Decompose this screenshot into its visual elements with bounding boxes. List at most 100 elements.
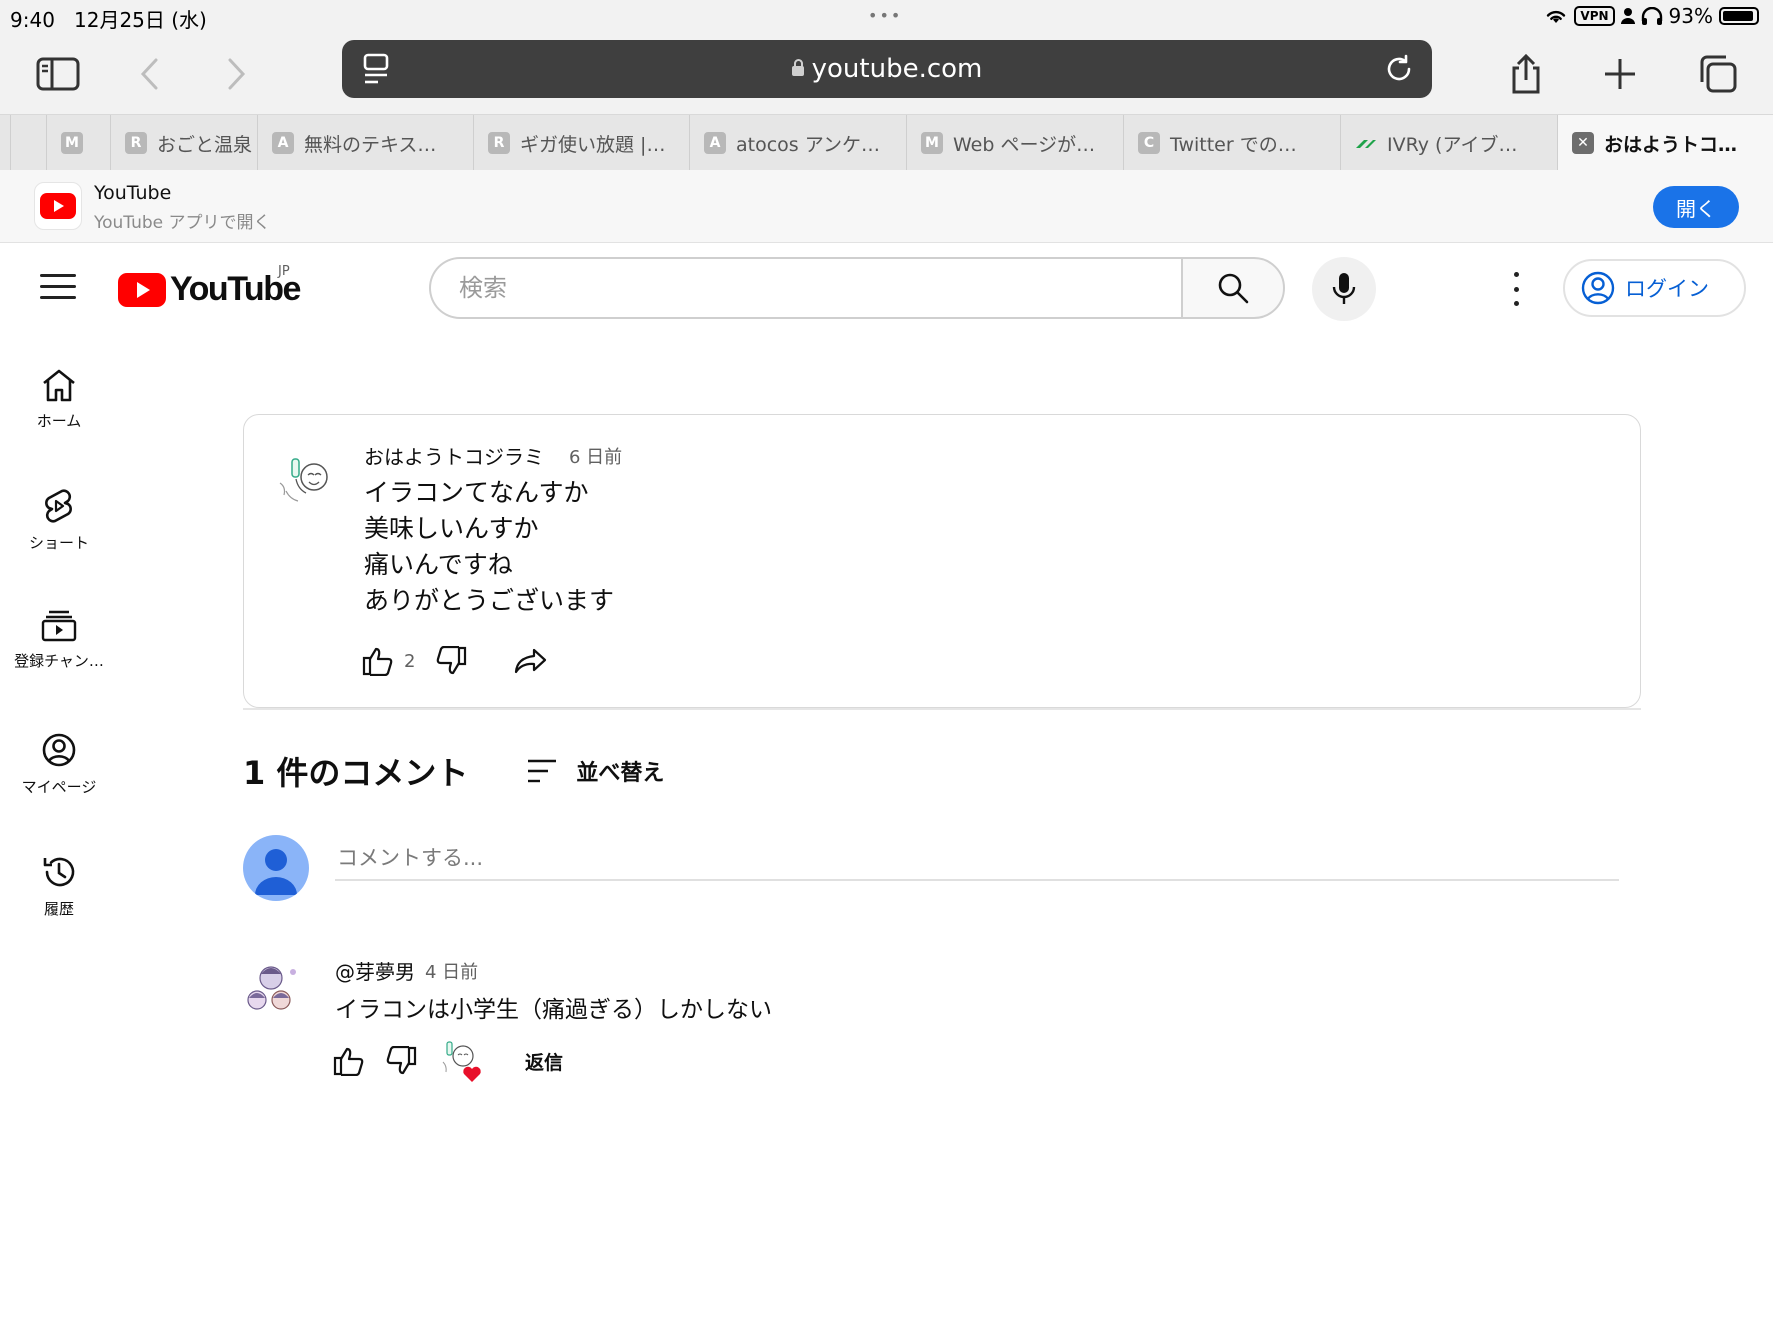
tab-label: 無料のテキス… xyxy=(304,133,437,156)
share-button[interactable] xyxy=(511,641,551,681)
sidebar-item-home[interactable]: ホーム xyxy=(0,368,118,431)
tab-m[interactable]: M xyxy=(46,115,110,171)
close-tab-icon[interactable]: ✕ xyxy=(1572,132,1594,154)
banner-app-name: YouTube xyxy=(94,182,172,204)
thumbs-up-icon xyxy=(362,647,393,676)
back-icon[interactable] xyxy=(124,48,176,100)
post-text-line: イラコンてなんすか xyxy=(364,478,589,507)
more-options-icon[interactable] xyxy=(1506,272,1526,306)
comment-time[interactable]: 4 日前 xyxy=(425,958,478,984)
search-button[interactable] xyxy=(1181,257,1285,319)
tab-favicon: C xyxy=(1138,132,1160,154)
post-author-avatar[interactable] xyxy=(274,453,334,513)
post-text: イラコンてなんすか 美味しいんすか 痛いんですね ありがとうございます xyxy=(364,475,614,619)
sidebar-icon[interactable] xyxy=(32,48,84,100)
thumbs-down-icon xyxy=(437,646,467,675)
post-text-line: ありがとうございます xyxy=(364,586,615,615)
post-time[interactable]: 6 日前 xyxy=(569,443,622,469)
like-count: 2 xyxy=(404,650,416,672)
like-button[interactable] xyxy=(358,641,398,681)
tab-twitter[interactable]: C Twitter での… xyxy=(1123,115,1340,171)
comment-author-avatar[interactable] xyxy=(243,958,305,1020)
comment-author-name[interactable]: @芽夢男 xyxy=(335,956,415,985)
vpn-badge: VPN xyxy=(1574,6,1615,26)
sidebar-item-label: ショート xyxy=(28,534,89,552)
comment-like-button[interactable] xyxy=(329,1041,369,1081)
tab-giga[interactable]: R ギガ使い放題 |… xyxy=(473,115,689,171)
comment-text: イラコンは小学生（痛過ぎる）しかしない xyxy=(335,997,772,1023)
dislike-button[interactable] xyxy=(431,641,471,681)
status-time: 9:40 12月25日 (水) xyxy=(10,8,207,32)
reply-button[interactable]: 返信 xyxy=(525,1048,563,1075)
status-bar: 9:40 12月25日 (水) ••• VPN 93% xyxy=(0,0,1773,34)
tabs-icon[interactable] xyxy=(1692,48,1744,100)
login-button[interactable]: ログイン xyxy=(1563,259,1746,317)
tab-favicon: A xyxy=(704,132,726,154)
mic-icon xyxy=(1332,273,1356,304)
tab-active[interactable]: ✕ おはようトコ… xyxy=(1557,115,1773,171)
search-input[interactable] xyxy=(457,259,1121,317)
tab-label: おはようトコ… xyxy=(1604,133,1738,156)
tab-favicon: R xyxy=(488,132,510,154)
wifi-icon xyxy=(1547,10,1566,23)
sidebar-item-label: マイページ xyxy=(21,778,97,796)
reload-icon[interactable] xyxy=(1384,54,1414,84)
comment-input[interactable] xyxy=(335,837,1619,881)
tab-favicon: R xyxy=(125,132,147,154)
history-icon xyxy=(43,857,75,887)
community-post: おはようトコジラミ 6 日前 イラコンてなんすか 美味しいんすか 痛いんですね … xyxy=(243,414,1641,708)
ivry-logo-icon xyxy=(1355,137,1377,149)
address-bar[interactable]: youtube.com xyxy=(342,40,1432,98)
comment-item: @芽夢男 4 日前 イラコンは小学生（痛過ぎる）しかしない 返信 xyxy=(243,950,1543,1090)
url-text: youtube.com xyxy=(342,54,1432,84)
tab-label: Web ページが… xyxy=(953,133,1096,156)
sort-label: 並べ替え xyxy=(576,761,665,786)
tab-favicon: A xyxy=(272,132,294,154)
youtube-play-icon xyxy=(118,272,166,307)
battery-icon xyxy=(1719,7,1759,25)
tab-text[interactable]: A 無料のテキス… xyxy=(257,115,473,171)
sidebar-item-history[interactable]: 履歴 xyxy=(0,854,118,919)
tab-webpage[interactable]: M Web ページが… xyxy=(906,115,1123,171)
add-comment-row xyxy=(243,835,1619,905)
sidebar-item-label: 履歴 xyxy=(43,900,74,918)
account-icon xyxy=(42,733,76,767)
multitask-dots[interactable]: ••• xyxy=(868,6,902,25)
share-arrow-icon xyxy=(515,648,547,674)
sidebar-item-label: 登録チャン… xyxy=(14,652,104,670)
tab-pinned[interactable] xyxy=(10,115,46,171)
sidebar-item-shorts[interactable]: ショート xyxy=(0,488,118,553)
tab-label: atocos アンケ… xyxy=(736,133,880,156)
forward-icon[interactable] xyxy=(210,48,262,100)
person-icon xyxy=(1620,8,1635,24)
post-author-name[interactable]: おはようトコジラミ xyxy=(364,441,544,470)
sidebar-item-label: ホーム xyxy=(36,412,82,430)
browser-toolbar: youtube.com xyxy=(0,34,1773,114)
tab-ivry[interactable]: IVRy (アイブ… xyxy=(1340,115,1557,171)
youtube-app-icon xyxy=(34,182,82,230)
tab-label: Twitter での… xyxy=(1170,133,1297,156)
open-app-button[interactable]: 開く xyxy=(1653,186,1739,228)
battery-percent: 93% xyxy=(1668,4,1713,28)
voice-search-button[interactable] xyxy=(1312,257,1376,321)
tab-favicon: M xyxy=(61,132,83,154)
sidebar-item-subscriptions[interactable]: 登録チャン… xyxy=(0,610,118,671)
post-actions: 2 xyxy=(358,641,551,681)
tab-favicon: M xyxy=(921,132,943,154)
comments-count-title: 1 件のコメント xyxy=(243,754,469,792)
sort-icon xyxy=(528,759,557,783)
tab-label: IVRy (アイブ… xyxy=(1387,133,1518,156)
share-icon[interactable] xyxy=(1500,48,1552,100)
tab-ogoto[interactable]: R おごと温泉 xyxy=(110,115,257,171)
youtube-logo[interactable]: YouTube JP xyxy=(118,264,301,309)
search-icon xyxy=(1218,273,1249,304)
menu-icon[interactable] xyxy=(40,274,76,302)
headphones-icon xyxy=(1641,7,1662,25)
new-tab-icon[interactable] xyxy=(1594,48,1646,100)
current-user-avatar xyxy=(243,835,309,901)
comment-dislike-button[interactable] xyxy=(381,1041,421,1081)
tab-atocos[interactable]: Aatocos アンケ… xyxy=(689,115,906,171)
shorts-icon xyxy=(45,489,72,523)
sidebar-item-mypage[interactable]: マイページ xyxy=(0,732,118,797)
sort-button[interactable]: 並べ替え xyxy=(526,755,664,787)
